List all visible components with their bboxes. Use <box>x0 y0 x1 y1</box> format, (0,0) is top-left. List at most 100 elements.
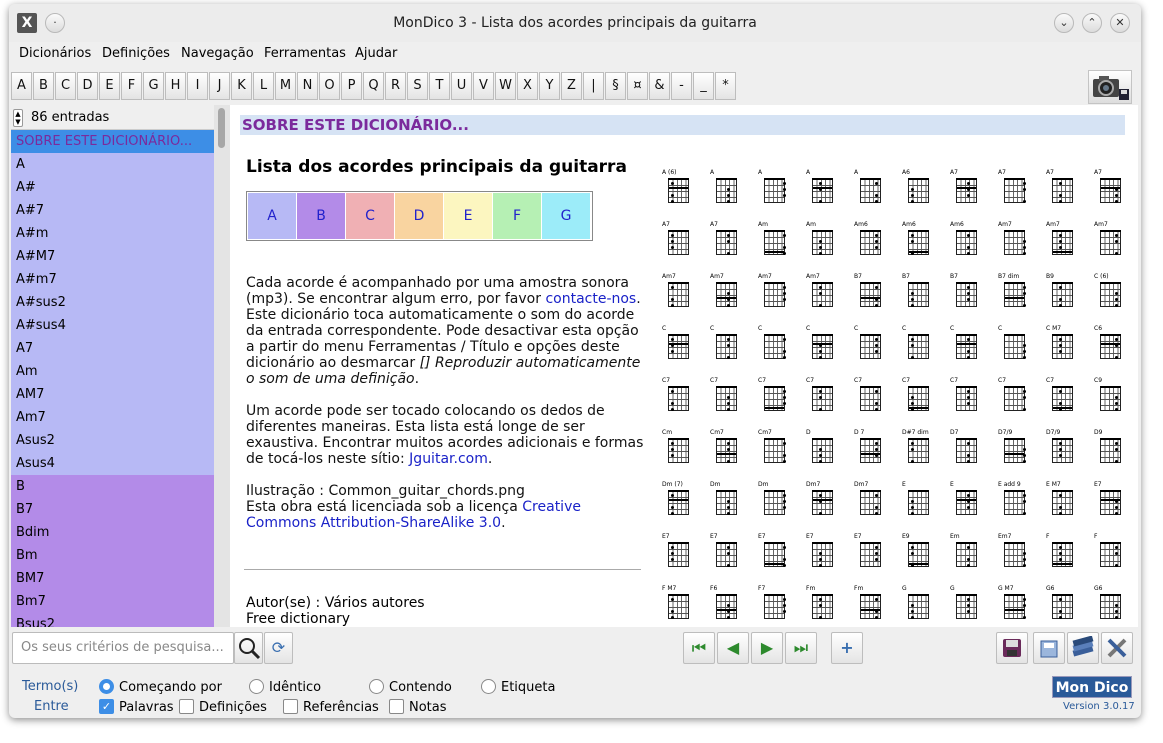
list-item[interactable]: Bsus2 <box>11 613 214 627</box>
list-item[interactable]: A#m <box>11 222 214 245</box>
letter-button-7[interactable]: H <box>165 72 186 100</box>
letter-button-30[interactable]: - <box>671 72 692 100</box>
letter-index-cell[interactable]: D <box>395 193 443 239</box>
letter-button-19[interactable]: T <box>429 72 450 100</box>
letter-index-cell[interactable]: A <box>248 193 296 239</box>
letter-button-9[interactable]: J <box>209 72 230 100</box>
radio-3[interactable] <box>481 679 496 694</box>
next-entry-icon[interactable]: ▶ <box>751 632 783 664</box>
letter-button-1[interactable]: B <box>33 72 54 100</box>
letter-button-32[interactable]: * <box>715 72 736 100</box>
scrollbar-thumb[interactable] <box>218 108 225 148</box>
list-item[interactable]: Am7 <box>11 406 214 429</box>
list-item[interactable]: A#7 <box>11 199 214 222</box>
letter-button-18[interactable]: S <box>407 72 428 100</box>
menu-ajudar[interactable]: Ajudar <box>355 46 397 61</box>
checkbox-1[interactable] <box>179 699 194 714</box>
radio-label[interactable]: Idêntico <box>269 680 321 695</box>
previous-entry-icon[interactable]: ◀ <box>717 632 749 664</box>
checkbox-0[interactable]: ✓ <box>99 699 114 714</box>
add-entry-icon[interactable]: + <box>831 632 863 664</box>
minimize-button[interactable]: ⌄ <box>1054 13 1074 33</box>
letter-button-25[interactable]: Z <box>561 72 582 100</box>
letter-button-3[interactable]: D <box>77 72 98 100</box>
menu-dicionarios[interactable]: Dicionários <box>19 46 91 61</box>
search-icon[interactable] <box>234 632 263 664</box>
letter-button-2[interactable]: C <box>55 72 76 100</box>
close-button[interactable]: ✕ <box>1110 13 1130 33</box>
checkbox-label[interactable]: Palavras <box>119 700 174 715</box>
letter-index-cell[interactable]: B <box>297 193 345 239</box>
list-item[interactable]: Bdim <box>11 521 214 544</box>
list-item[interactable]: Bm <box>11 544 214 567</box>
list-item[interactable]: A#m7 <box>11 268 214 291</box>
list-item[interactable]: Am <box>11 360 214 383</box>
letter-index-cell[interactable]: C <box>346 193 394 239</box>
checkbox-label[interactable]: Definições <box>199 700 267 715</box>
list-item[interactable]: A#sus2 <box>11 291 214 314</box>
sort-spinner[interactable]: ▲ ▼ <box>13 109 23 127</box>
letter-button-8[interactable]: I <box>187 72 208 100</box>
maximize-button[interactable]: ⌃ <box>1082 13 1102 33</box>
letter-button-16[interactable]: Q <box>363 72 384 100</box>
letter-button-4[interactable]: E <box>99 72 120 100</box>
letter-button-10[interactable]: K <box>231 72 252 100</box>
letter-index-cell[interactable]: E <box>444 193 492 239</box>
checkbox-2[interactable] <box>283 699 298 714</box>
list-item[interactable]: AM7 <box>11 383 214 406</box>
list-item[interactable]: A#M7 <box>11 245 214 268</box>
letter-button-12[interactable]: M <box>275 72 296 100</box>
letter-button-5[interactable]: F <box>121 72 142 100</box>
last-entry-icon[interactable]: ⏭ <box>785 632 817 664</box>
list-item[interactable]: Bm7 <box>11 590 214 613</box>
first-entry-icon[interactable]: ⏮ <box>683 632 715 664</box>
menu-navegacao[interactable]: Navegação <box>181 46 254 61</box>
letter-button-29[interactable]: & <box>649 72 670 100</box>
letter-index-cell[interactable]: F <box>493 193 541 239</box>
list-item[interactable]: Asus4 <box>11 452 214 475</box>
letter-button-14[interactable]: O <box>319 72 340 100</box>
letter-button-13[interactable]: N <box>297 72 318 100</box>
letter-button-6[interactable]: G <box>143 72 164 100</box>
list-item[interactable]: Asus2 <box>11 429 214 452</box>
list-item[interactable]: SOBRE ESTE DICIONÁRIO... <box>11 130 214 153</box>
search-input[interactable]: Os seus critérios de pesquisa... <box>12 632 234 664</box>
radio-1[interactable] <box>249 679 264 694</box>
list-item[interactable]: A7 <box>11 337 214 360</box>
letter-button-28[interactable]: ¤ <box>627 72 648 100</box>
letter-button-24[interactable]: Y <box>539 72 560 100</box>
letter-index-cell[interactable]: G <box>542 193 590 239</box>
list-item[interactable]: BM7 <box>11 567 214 590</box>
checkbox-3[interactable] <box>389 699 404 714</box>
radio-label[interactable]: Começando por <box>119 680 222 695</box>
letter-button-27[interactable]: § <box>605 72 626 100</box>
letter-button-26[interactable]: | <box>583 72 604 100</box>
letter-button-23[interactable]: X <box>517 72 538 100</box>
radio-2[interactable] <box>369 679 384 694</box>
camera-icon[interactable] <box>1088 70 1132 104</box>
checkbox-label[interactable]: Referências <box>303 700 379 715</box>
letter-button-17[interactable]: R <box>385 72 406 100</box>
refresh-icon[interactable]: ⟳ <box>264 632 293 664</box>
radio-label[interactable]: Contendo <box>389 680 452 695</box>
radio-label[interactable]: Etiqueta <box>501 680 555 695</box>
menu-ferramentas[interactable]: Ferramentas <box>264 46 346 61</box>
radio-0[interactable] <box>99 679 114 694</box>
letter-button-22[interactable]: W <box>495 72 516 100</box>
jguitar-link[interactable]: Jguitar.com <box>409 451 488 467</box>
letter-button-20[interactable]: U <box>451 72 472 100</box>
menu-definicoes[interactable]: Definições <box>102 46 170 61</box>
list-item[interactable]: A# <box>11 176 214 199</box>
list-item[interactable]: A#sus4 <box>11 314 214 337</box>
letter-button-31[interactable]: _ <box>693 72 714 100</box>
save-icon[interactable] <box>996 632 1028 664</box>
export-icon[interactable] <box>1033 632 1065 664</box>
panel-splitter[interactable] <box>214 105 230 627</box>
settings-icon[interactable] <box>1101 632 1133 664</box>
dictionaries-icon[interactable] <box>1067 632 1099 664</box>
list-item[interactable]: B <box>11 475 214 498</box>
list-item[interactable]: A <box>11 153 214 176</box>
contact-link[interactable]: contacte-nos <box>545 291 636 307</box>
checkbox-label[interactable]: Notas <box>409 700 447 715</box>
letter-button-15[interactable]: P <box>341 72 362 100</box>
